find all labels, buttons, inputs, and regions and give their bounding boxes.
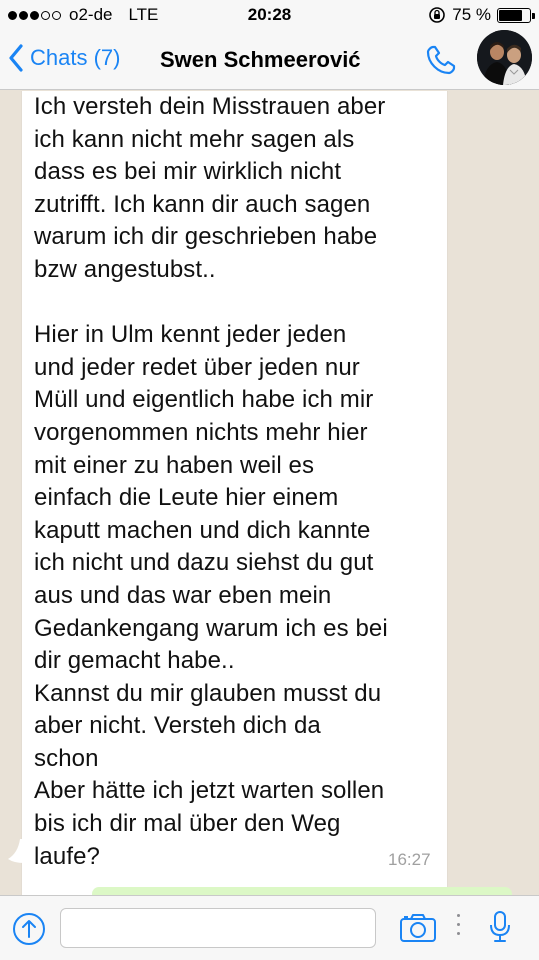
status-bar: o2-de LTE 20:28 75 %	[0, 0, 539, 30]
contact-avatar[interactable]	[477, 30, 532, 85]
message-input-bar	[0, 895, 539, 960]
message-text: Ich versteh dein Misstrauen aber ich kan…	[34, 93, 388, 870]
back-to-chats-button[interactable]: Chats (7)	[8, 44, 120, 72]
microphone-icon[interactable]	[488, 910, 512, 949]
status-right: 75 %	[428, 5, 535, 25]
message-timestamp: 16:27	[388, 850, 431, 869]
bubble-tail	[8, 839, 24, 863]
more-icon[interactable]	[457, 914, 460, 935]
battery-percent: 75 %	[452, 5, 491, 24]
message-input[interactable]	[60, 908, 376, 948]
chat-header: Chats (7) Swen Schmeerović	[0, 30, 539, 90]
avatar-photo-icon	[477, 30, 532, 85]
rotation-lock-icon	[429, 7, 446, 23]
chevron-left-icon	[9, 44, 23, 72]
chat-area[interactable]: Ich versteh dein Misstrauen aber ich kan…	[0, 91, 539, 895]
back-button-label: Chats (7)	[30, 45, 121, 70]
camera-icon[interactable]	[399, 913, 437, 948]
outgoing-message-bubble[interactable]	[92, 887, 512, 895]
battery-icon	[497, 7, 535, 23]
upload-icon[interactable]	[12, 912, 46, 951]
phone-icon[interactable]	[424, 43, 458, 82]
contact-name[interactable]: Swen Schmeerović	[160, 47, 361, 73]
